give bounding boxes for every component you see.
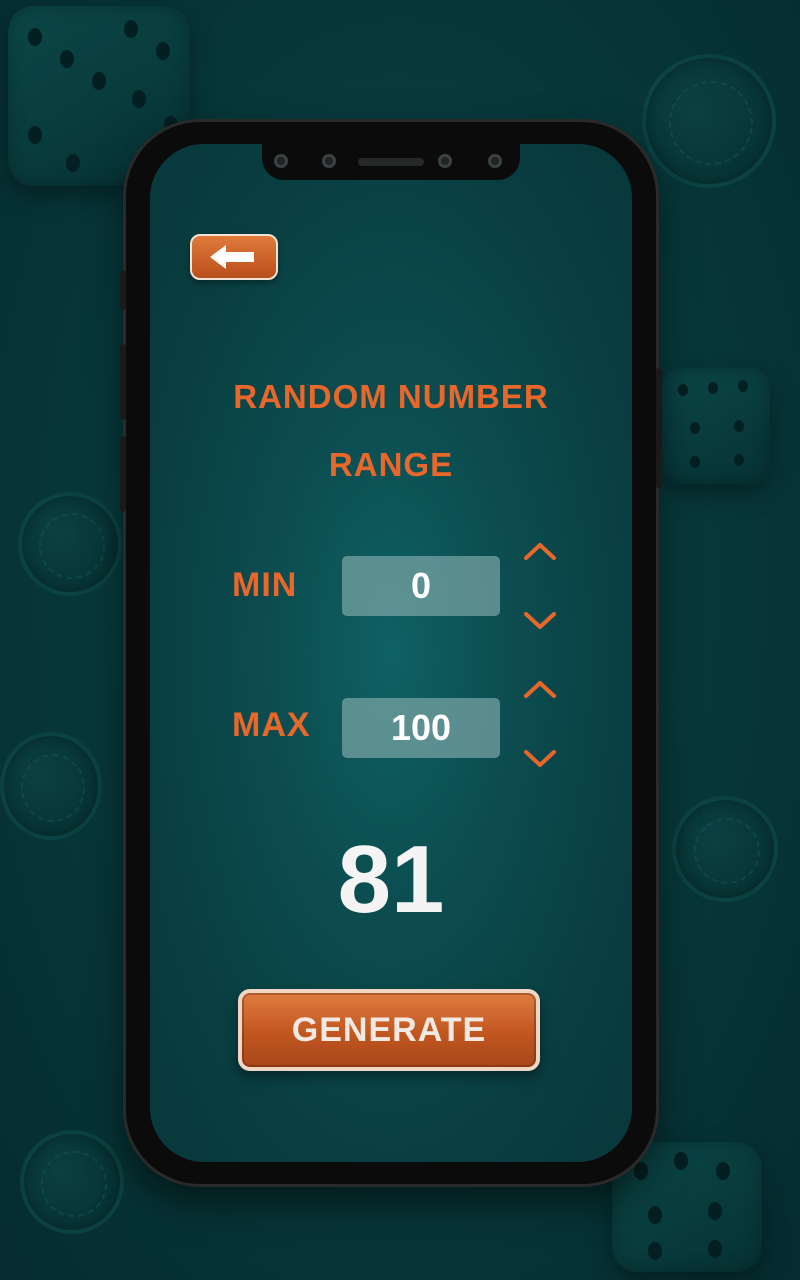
camera-icon [322,154,336,168]
min-decrement-chevron-down-icon[interactable] [522,608,558,634]
arrow-left-icon [210,245,254,269]
page-title-line-1: RANDOM NUMBER [233,378,549,415]
phone-side-button [120,344,126,420]
generate-button[interactable]: GENERATE [238,989,540,1071]
min-label: MIN [232,566,298,604]
speaker-grille [358,158,424,166]
max-decrement-chevron-down-icon[interactable] [522,746,558,772]
phone-notch [262,144,520,180]
phone-side-button [120,270,126,310]
generated-number: 81 [337,826,445,933]
page-title-line-2: RANGE [328,446,454,483]
background-coin-decoration [672,796,778,902]
phone-side-button [656,368,662,488]
background-dice-decoration [662,368,770,484]
background-coin-decoration [18,492,122,596]
max-label: MAX [232,706,311,744]
app-screen: RANDOM NUMBER RANGE MIN 0 MAX 100 81 GEN… [150,144,632,1162]
background-coin-decoration [0,732,102,840]
background-coin-decoration [20,1130,124,1234]
back-button[interactable] [190,234,278,280]
camera-icon [274,154,288,168]
min-value-field[interactable]: 0 [342,556,500,616]
max-increment-chevron-up-icon[interactable] [522,676,558,702]
max-value-field[interactable]: 100 [342,698,500,758]
phone-frame: RANDOM NUMBER RANGE MIN 0 MAX 100 81 GEN… [120,122,662,1184]
phone-side-button [120,436,126,512]
min-increment-chevron-up-icon[interactable] [522,538,558,564]
background-coin-decoration [642,54,776,188]
camera-icon [438,154,452,168]
camera-icon [488,154,502,168]
